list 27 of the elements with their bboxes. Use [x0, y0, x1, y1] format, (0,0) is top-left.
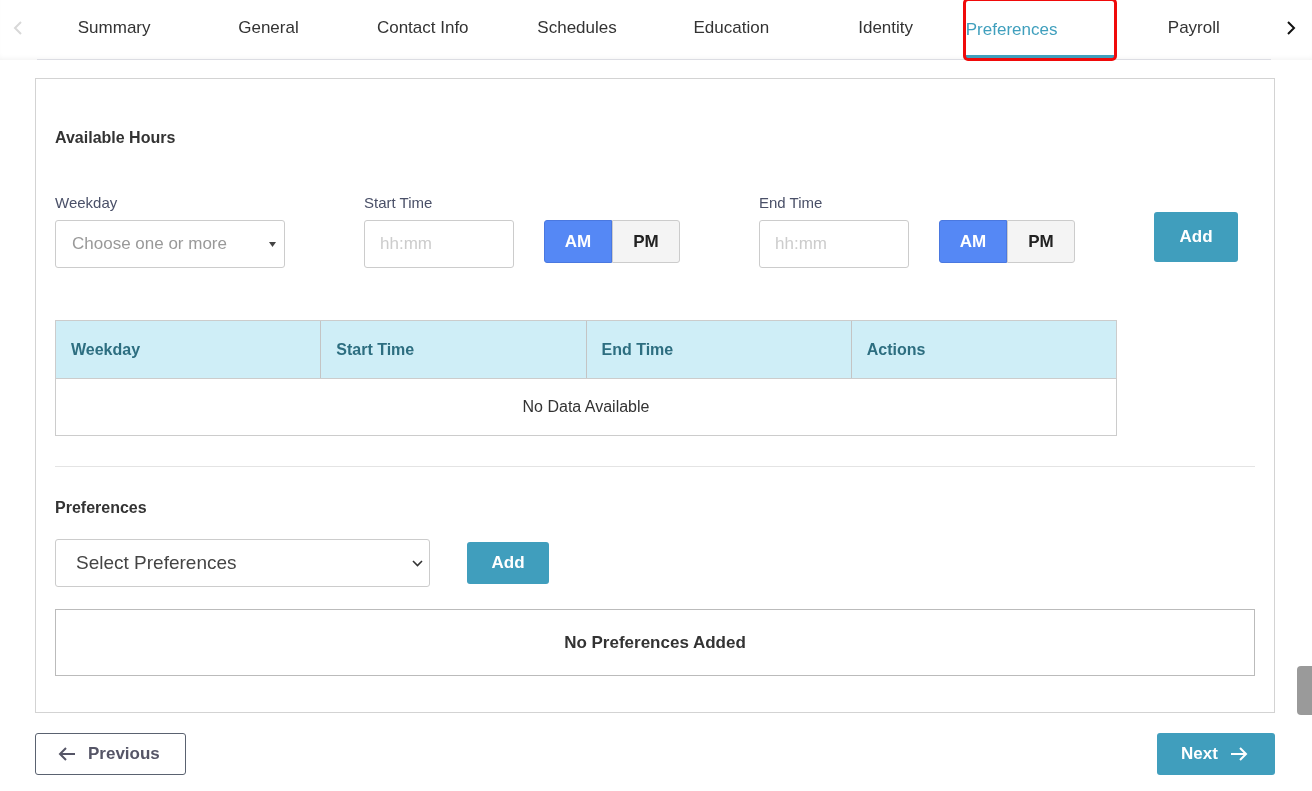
tab[interactable]: Contact Info [345, 0, 500, 56]
scrollbar-thumb[interactable] [1297, 666, 1312, 715]
previous-button[interactable]: Previous [35, 733, 186, 775]
column-header: Actions [850, 321, 1116, 378]
period-toggle[interactable]: PM [1007, 220, 1075, 263]
arrow-left-icon [58, 746, 76, 762]
tab[interactable]: Payroll [1116, 0, 1271, 56]
tab[interactable]: Education [654, 0, 809, 56]
column-header: Start Time [320, 321, 586, 378]
field-label: Weekday [55, 194, 119, 212]
empty-message: No Data Available [521, 397, 651, 417]
tab[interactable]: General [191, 0, 346, 56]
preferences-select[interactable]: Select Preferences [55, 539, 430, 587]
tab[interactable]: Schedules [499, 0, 655, 56]
period-toggle[interactable]: PM [612, 220, 680, 263]
caret-icon [269, 241, 276, 247]
chevron-down-icon [412, 559, 423, 567]
empty-message: No Preferences Added [55, 609, 1255, 676]
arrow-right-icon [1229, 746, 1248, 762]
field-label: End Time [759, 194, 824, 212]
tab[interactable]: Identity [808, 0, 963, 56]
field-label: Start Time [364, 194, 434, 212]
section-title: Available Hours [55, 129, 177, 147]
tab[interactable]: Summary [37, 0, 192, 56]
section-title: Preferences [55, 499, 148, 517]
column-header: End Time [585, 321, 851, 378]
column-header: Weekday [70, 339, 142, 360]
